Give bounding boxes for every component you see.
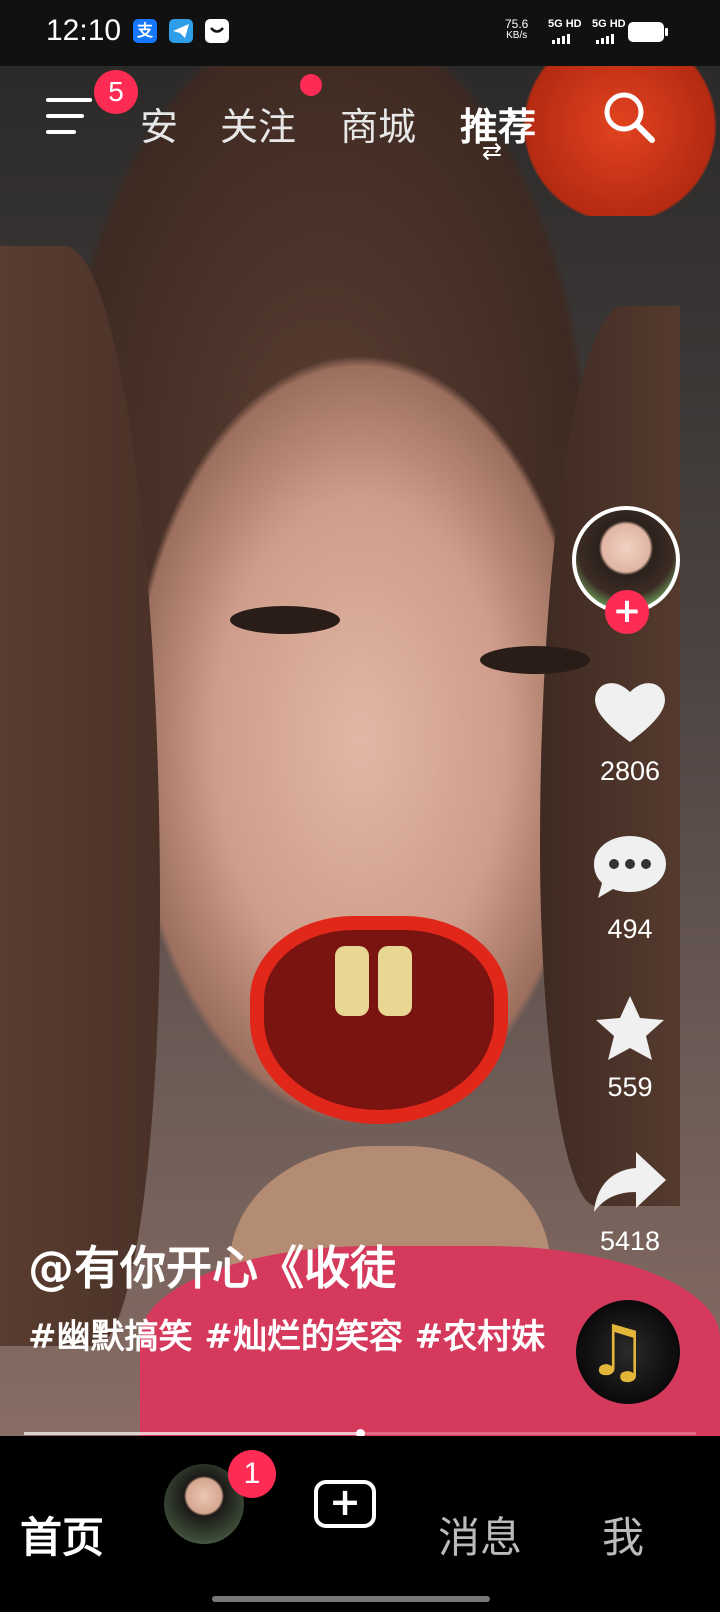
favorite-star-icon[interactable] — [590, 994, 670, 1064]
video-description[interactable]: #幽默搞笑 #灿烂的笑容 #农村妹 — [28, 1314, 548, 1360]
share-arrow-icon[interactable] — [590, 1148, 670, 1218]
menu-badge: 5 — [94, 70, 138, 114]
status-time: 12:10 — [46, 14, 122, 47]
switch-arrows-icon[interactable]: ⇄ — [482, 139, 502, 163]
alipay-icon: 支 — [133, 19, 157, 43]
like-heart-icon[interactable] — [590, 676, 670, 746]
music-note-icon: ♫ — [586, 1310, 649, 1392]
status-bar: 12:10 支 75.6 KB/s 5G HD 5G HD — [0, 0, 720, 66]
top-nav: 5 安 关注 商城 推荐 ⇄ — [0, 66, 720, 176]
follow-button[interactable]: + — [605, 590, 649, 634]
create-button[interactable]: + — [314, 1480, 376, 1528]
tab-mall[interactable]: 商城 — [340, 96, 416, 151]
music-disc[interactable]: ♫ — [576, 1300, 680, 1404]
tab-local[interactable]: 安 — [140, 96, 178, 151]
nav-home[interactable]: 首页 — [20, 1504, 104, 1565]
signal-bars-icon — [596, 34, 614, 44]
comment-icon[interactable] — [590, 832, 670, 902]
like-count: 2806 — [599, 756, 661, 786]
telegram-icon — [169, 19, 193, 43]
bottom-nav: 首页 1 + 消息 我 — [0, 1436, 720, 1612]
comment-count: 494 — [607, 914, 653, 944]
nav-me[interactable]: 我 — [602, 1504, 644, 1565]
progress-fill — [24, 1432, 360, 1435]
share-count: 5418 — [599, 1226, 661, 1256]
video-progress-bar[interactable] — [24, 1429, 696, 1438]
favorite-count: 559 — [607, 1072, 653, 1102]
signal-label-2: 5G HD — [592, 18, 626, 30]
author-name[interactable]: @有你开心《收徒 — [28, 1232, 396, 1298]
menu-icon[interactable] — [46, 94, 92, 136]
notification-app-icon — [205, 19, 229, 43]
signal-label-1: 5G HD — [548, 18, 582, 30]
tab-following[interactable]: 关注 — [220, 96, 296, 151]
home-indicator[interactable] — [212, 1596, 490, 1602]
signal-bars-icon — [552, 34, 570, 44]
nav-messages[interactable]: 消息 — [438, 1504, 522, 1565]
network-speed: 75.6 KB/s — [505, 17, 529, 41]
following-notification-dot — [300, 74, 322, 96]
search-icon[interactable] — [600, 88, 656, 144]
battery-icon — [628, 22, 668, 42]
friend-badge: 1 — [228, 1450, 276, 1498]
